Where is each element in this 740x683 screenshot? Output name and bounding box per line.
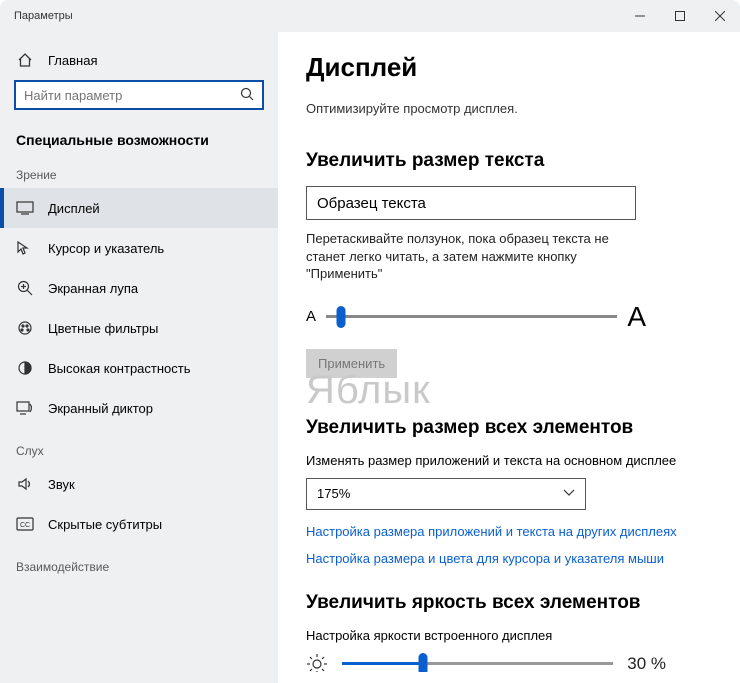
sidebar-item-label: Звук xyxy=(48,477,75,492)
sidebar-item-cursor[interactable]: Курсор и указатель xyxy=(0,228,278,268)
content-area: Дисплей Оптимизируйте просмотр дисплея. … xyxy=(278,32,740,672)
sidebar-home-label: Главная xyxy=(48,53,97,68)
sidebar-item-label: Высокая контрастность xyxy=(48,361,191,376)
slider-track[interactable] xyxy=(326,315,617,318)
slider-thumb[interactable] xyxy=(336,306,345,328)
scale-label: Изменять размер приложений и текста на о… xyxy=(306,453,708,468)
audio-icon xyxy=(16,476,34,492)
brightness-percent: 30 % xyxy=(627,654,666,672)
home-icon xyxy=(16,52,34,68)
text-size-hint: Перетаскивайте ползунок, пока образец те… xyxy=(306,230,646,283)
colorfilters-icon xyxy=(16,320,34,336)
sidebar-group-hearing: Слух xyxy=(0,434,278,464)
sidebar-item-display[interactable]: Дисплей xyxy=(0,188,278,228)
brightness-heading: Увеличить яркость всех элементов xyxy=(306,592,708,614)
search-input-wrapper[interactable] xyxy=(14,80,264,110)
scale-select-value: 175% xyxy=(317,486,350,501)
link-cursor-settings[interactable]: Настройка размера и цвета для курсора и … xyxy=(306,551,708,566)
small-a-icon: A xyxy=(306,308,316,325)
sidebar-group-interaction: Взаимодействие xyxy=(0,550,278,580)
sidebar-item-colorfilters[interactable]: Цветные фильтры xyxy=(0,308,278,348)
text-size-heading: Увеличить размер текста xyxy=(306,150,708,172)
link-other-displays[interactable]: Настройка размера приложений и текста на… xyxy=(306,524,708,539)
sidebar-item-label: Экранная лупа xyxy=(48,281,138,296)
cursor-icon xyxy=(16,240,34,256)
captions-icon: CC xyxy=(16,517,34,531)
sidebar-item-label: Дисплей xyxy=(48,201,100,216)
brightness-slider[interactable] xyxy=(342,662,613,665)
scale-select[interactable]: 175% xyxy=(306,478,586,510)
sidebar-item-audio[interactable]: Звук xyxy=(0,464,278,504)
apply-button[interactable]: Применить xyxy=(306,349,397,378)
sidebar-item-highcontrast[interactable]: Высокая контрастность xyxy=(0,348,278,388)
sidebar-item-label: Экранный диктор xyxy=(48,401,153,416)
svg-text:CC: CC xyxy=(20,522,30,529)
sidebar-item-label: Цветные фильтры xyxy=(48,321,158,336)
sidebar-section-title: Специальные возможности xyxy=(0,128,278,158)
brightness-fill xyxy=(342,662,423,665)
magnifier-icon xyxy=(16,280,34,296)
title-bar: Параметры xyxy=(0,0,740,32)
brightness-icon xyxy=(306,653,328,672)
close-button[interactable] xyxy=(700,0,740,32)
sidebar-item-narrator[interactable]: Экранный диктор xyxy=(0,388,278,428)
minimize-button[interactable] xyxy=(620,0,660,32)
maximize-button[interactable] xyxy=(660,0,700,32)
page-subtitle: Оптимизируйте просмотр дисплея. xyxy=(306,101,708,116)
sidebar-group-vision: Зрение xyxy=(0,158,278,188)
sidebar-item-label: Скрытые субтитры xyxy=(48,517,162,532)
display-icon xyxy=(16,201,34,215)
sidebar: Главная Специальные возможности Зрение Д… xyxy=(0,32,278,683)
brightness-thumb[interactable] xyxy=(419,653,428,672)
search-icon xyxy=(240,87,254,104)
sidebar-item-magnifier[interactable]: Экранная лупа xyxy=(0,268,278,308)
narrator-icon xyxy=(16,400,34,416)
highcontrast-icon xyxy=(16,360,34,376)
sample-text-box: Образец текста xyxy=(306,186,636,220)
page-title: Дисплей xyxy=(306,52,708,83)
search-input[interactable] xyxy=(24,88,240,103)
sidebar-home[interactable]: Главная xyxy=(0,48,278,80)
scale-heading: Увеличить размер всех элементов xyxy=(306,417,708,439)
window-title: Параметры xyxy=(0,10,73,22)
brightness-label: Настройка яркости встроенного дисплея xyxy=(306,628,708,643)
sidebar-item-label: Курсор и указатель xyxy=(48,241,164,256)
text-size-slider[interactable]: A A xyxy=(306,301,646,333)
chevron-down-icon xyxy=(563,488,575,500)
large-a-icon: A xyxy=(627,301,646,333)
sample-text: Образец текста xyxy=(317,195,426,212)
sidebar-item-captions[interactable]: CC Скрытые субтитры xyxy=(0,504,278,544)
